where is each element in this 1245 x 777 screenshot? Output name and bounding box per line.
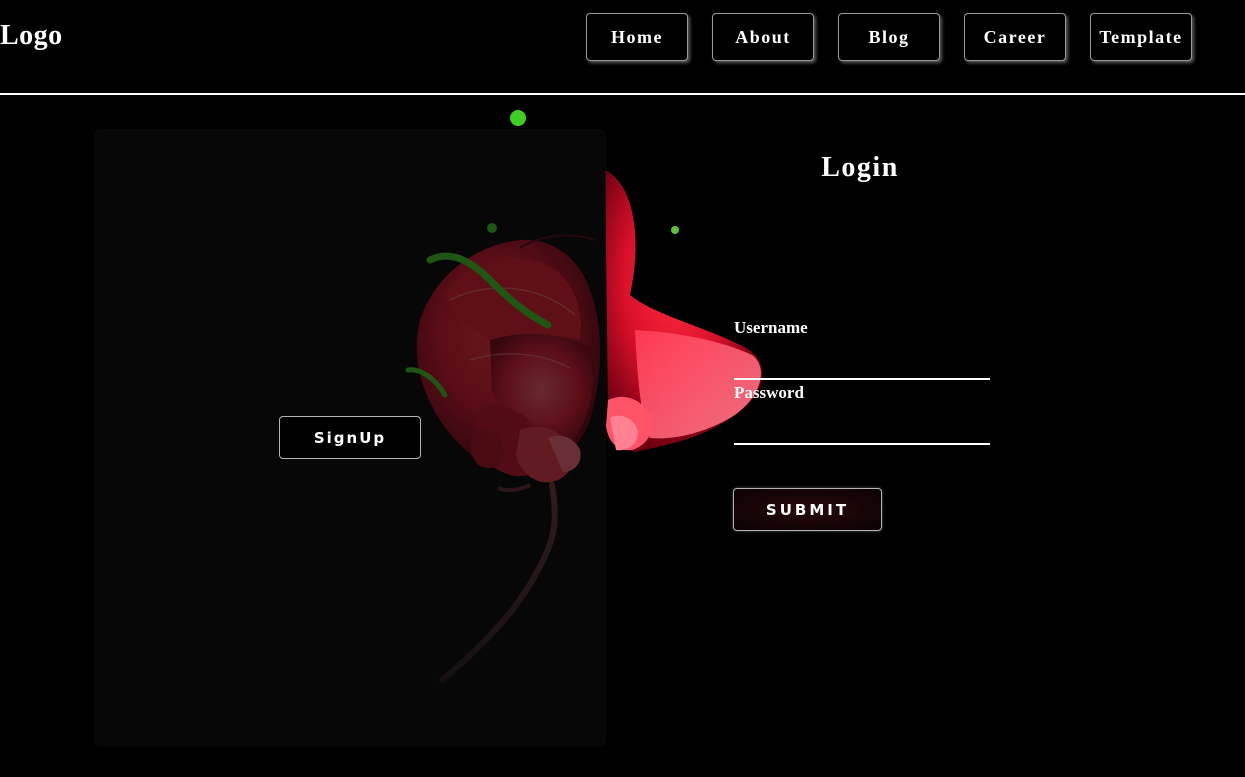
logo[interactable]: Logo xyxy=(0,20,63,52)
nav-template-button[interactable]: Template xyxy=(1090,13,1192,61)
login-title: Login xyxy=(821,152,899,183)
password-input[interactable] xyxy=(734,417,990,445)
nav-about-button[interactable]: About xyxy=(712,13,814,61)
page: Logo Home About Blog Career Template Sig… xyxy=(0,0,1245,777)
nav-home-button[interactable]: Home xyxy=(586,13,688,61)
nav-career-button[interactable]: Career xyxy=(964,13,1066,61)
password-label: Password xyxy=(734,383,804,402)
username-input[interactable] xyxy=(734,352,990,380)
header-divider xyxy=(0,93,1245,95)
signup-button[interactable]: SignUp xyxy=(279,416,421,459)
main-nav: Home About Blog Career Template xyxy=(586,13,1192,61)
username-label: Username xyxy=(734,318,808,337)
submit-button[interactable]: SUBMIT xyxy=(733,488,882,531)
nav-blog-button[interactable]: Blog xyxy=(838,13,940,61)
